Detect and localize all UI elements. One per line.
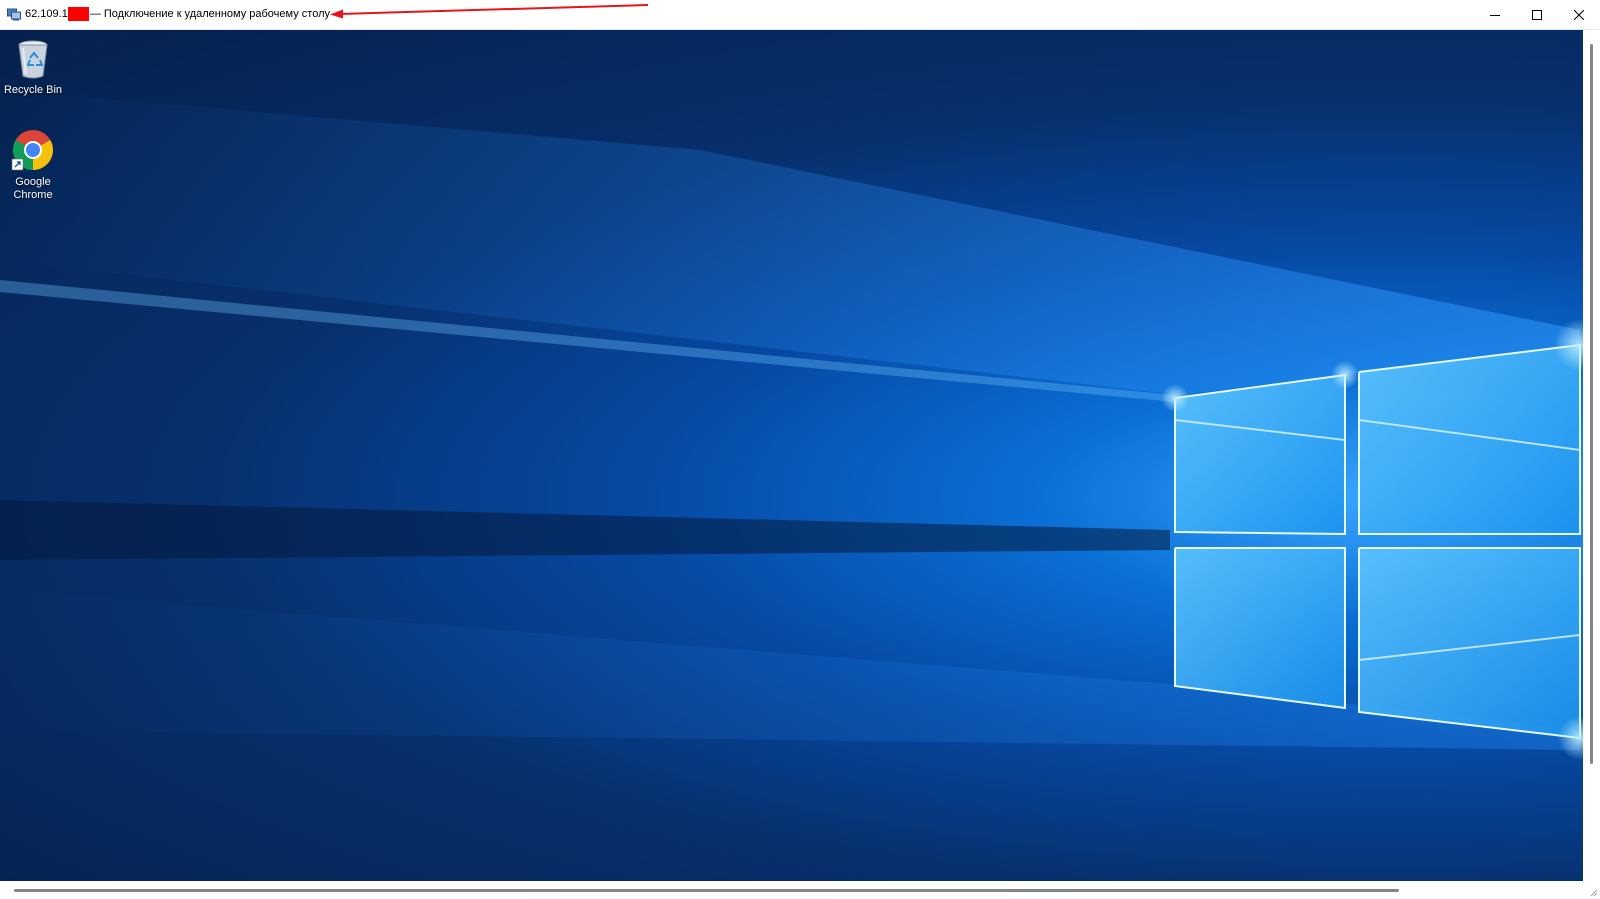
window-controls	[1474, 0, 1600, 29]
desktop-icon-label: Google Chrome	[13, 176, 53, 201]
remote-desktop-window: 62.109.1 — Подключение к удаленному рабоч…	[0, 0, 1600, 899]
title-ip-address: 62.109.1	[25, 8, 68, 20]
resize-grip-icon[interactable]	[1588, 887, 1598, 897]
vertical-scrollbar-thumb[interactable]	[1590, 44, 1593, 764]
minimize-icon	[1490, 14, 1500, 16]
maximize-icon	[1532, 9, 1542, 20]
horizontal-scrollbar[interactable]	[0, 881, 1600, 899]
maximize-button[interactable]	[1516, 0, 1558, 29]
horizontal-scrollbar-thumb[interactable]	[14, 889, 1399, 892]
remote-desktop-screen[interactable]: Recycle Bin Google Chrome	[0, 30, 1583, 881]
title-bar[interactable]: 62.109.1 — Подключение к удаленному рабоч…	[0, 0, 1600, 30]
close-icon	[1574, 9, 1584, 20]
desktop-icon-recycle-bin[interactable]: Recycle Bin	[0, 36, 66, 97]
chrome-icon	[11, 128, 55, 172]
desktop-icon-label: Recycle Bin	[3, 84, 63, 96]
minimize-button[interactable]	[1474, 0, 1516, 29]
remote-desktop-app-icon	[7, 8, 21, 21]
desktop-icon-google-chrome[interactable]: Google Chrome	[0, 128, 66, 202]
annotation-arrow-icon	[330, 4, 649, 19]
recycle-bin-icon	[11, 36, 55, 80]
close-button[interactable]	[1558, 0, 1600, 29]
redaction-mark	[67, 7, 89, 21]
vertical-scrollbar[interactable]	[1583, 30, 1600, 881]
windows-wallpaper	[0, 90, 1583, 760]
title-suffix: — Подключение к удаленному рабочему стол…	[89, 8, 330, 20]
window-title: 62.109.1 — Подключение к удаленному рабоч…	[25, 7, 330, 22]
